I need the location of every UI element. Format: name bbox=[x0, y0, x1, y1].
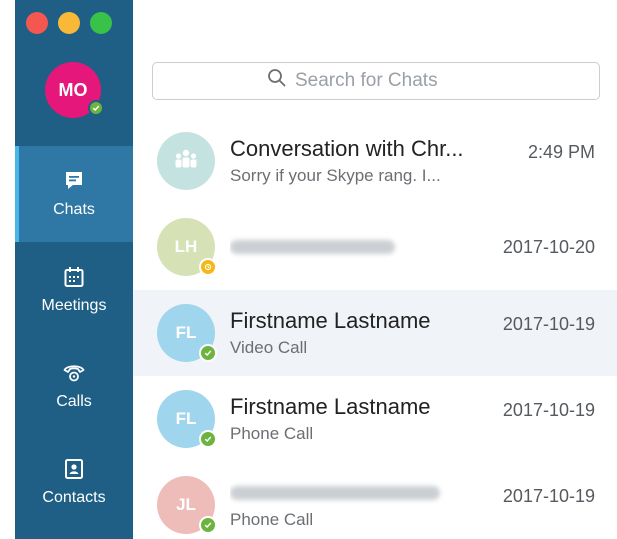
nav-item-calls[interactable]: Calls bbox=[15, 338, 133, 434]
nav-item-label: Calls bbox=[56, 393, 92, 410]
nav-item-label: Meetings bbox=[41, 297, 107, 314]
group-icon bbox=[173, 148, 199, 175]
conversation-row[interactable]: LH 2017-10-20 bbox=[133, 204, 617, 290]
conversation-row[interactable]: FL Firstname Lastname Video Call 2017-10… bbox=[133, 290, 617, 376]
conversation-preview: Video Call bbox=[230, 338, 308, 357]
conversation-date: 2017-10-19 bbox=[502, 486, 595, 506]
avatar-initials: FL bbox=[175, 409, 197, 428]
online-status-icon bbox=[199, 344, 217, 362]
conversation-list: Conversation with Chr... Sorry if your S… bbox=[133, 118, 617, 539]
online-status-icon bbox=[199, 430, 217, 448]
conversation-text: Firstname Lastname Video Call bbox=[230, 290, 495, 376]
sidebar-nav: Chats Meetings Calls Contacts bbox=[15, 146, 133, 530]
contact-avatar: JL bbox=[157, 476, 217, 534]
conversation-row[interactable]: Conversation with Chr... Sorry if your S… bbox=[133, 118, 617, 204]
conversation-preview: Phone Call bbox=[230, 510, 314, 529]
contact-avatar: FL bbox=[157, 304, 217, 362]
chat-bubble-icon bbox=[62, 169, 86, 193]
online-status-icon bbox=[199, 516, 217, 534]
search-box[interactable] bbox=[152, 62, 600, 100]
blurred-contact-name bbox=[230, 234, 495, 260]
zoom-window-button[interactable] bbox=[90, 12, 112, 34]
contact-card-icon bbox=[62, 457, 86, 481]
conversation-title: Firstname Lastname bbox=[230, 308, 431, 333]
my-avatar[interactable]: MO bbox=[45, 62, 104, 118]
chat-list-panel: Conversation with Chr... Sorry if your S… bbox=[133, 0, 617, 539]
away-status-icon bbox=[199, 258, 217, 276]
blurred-contact-name bbox=[230, 480, 495, 506]
conversation-text: Firstname Lastname Phone Call bbox=[230, 376, 495, 462]
close-window-button[interactable] bbox=[26, 12, 48, 34]
conversation-date: 2017-10-19 bbox=[502, 314, 595, 334]
sidebar: MO Chats Meetings Calls Contacts bbox=[15, 0, 133, 539]
conversation-preview: Sorry if your Skype rang. I... bbox=[230, 166, 441, 185]
avatar-initials: JL bbox=[176, 495, 196, 514]
conversation-title: Firstname Lastname bbox=[230, 394, 431, 419]
conversation-date: 2017-10-19 bbox=[502, 400, 595, 420]
conversation-row[interactable]: FL Firstname Lastname Phone Call 2017-10… bbox=[133, 376, 617, 462]
conversation-text bbox=[230, 204, 495, 290]
window-edge bbox=[0, 0, 15, 539]
conversation-time: 2:49 PM bbox=[527, 142, 595, 162]
search-icon bbox=[267, 68, 287, 94]
contact-avatar: FL bbox=[157, 390, 217, 448]
minimize-window-button[interactable] bbox=[58, 12, 80, 34]
conversation-text: Phone Call bbox=[230, 462, 495, 539]
calendar-icon bbox=[62, 265, 86, 289]
conversation-preview: Phone Call bbox=[230, 424, 314, 443]
nav-item-label: Chats bbox=[53, 201, 95, 218]
my-avatar-initials: MO bbox=[58, 79, 88, 100]
nav-item-label: Contacts bbox=[42, 489, 106, 506]
contact-avatar: LH bbox=[157, 218, 217, 276]
conversation-date: 2017-10-20 bbox=[502, 236, 595, 257]
search-input[interactable] bbox=[295, 70, 485, 92]
skype-window: MO Chats Meetings Calls Contacts Search … bbox=[0, 0, 617, 539]
online-status-icon bbox=[88, 100, 104, 116]
nav-item-meetings[interactable]: Meetings bbox=[15, 242, 133, 338]
group-avatar bbox=[157, 132, 215, 190]
nav-item-contacts[interactable]: Contacts bbox=[15, 434, 133, 530]
conversation-row[interactable]: JL Phone Call 2017-10-19 bbox=[133, 462, 617, 539]
conversation-text: Conversation with Chr... Sorry if your S… bbox=[230, 118, 495, 204]
avatar-initials: FL bbox=[175, 323, 197, 342]
avatar-initials: LH bbox=[174, 237, 198, 256]
window-controls bbox=[26, 12, 112, 34]
phone-icon bbox=[62, 361, 86, 385]
nav-item-chats[interactable]: Chats bbox=[15, 146, 133, 242]
conversation-title: Conversation with Chr... bbox=[230, 136, 464, 161]
